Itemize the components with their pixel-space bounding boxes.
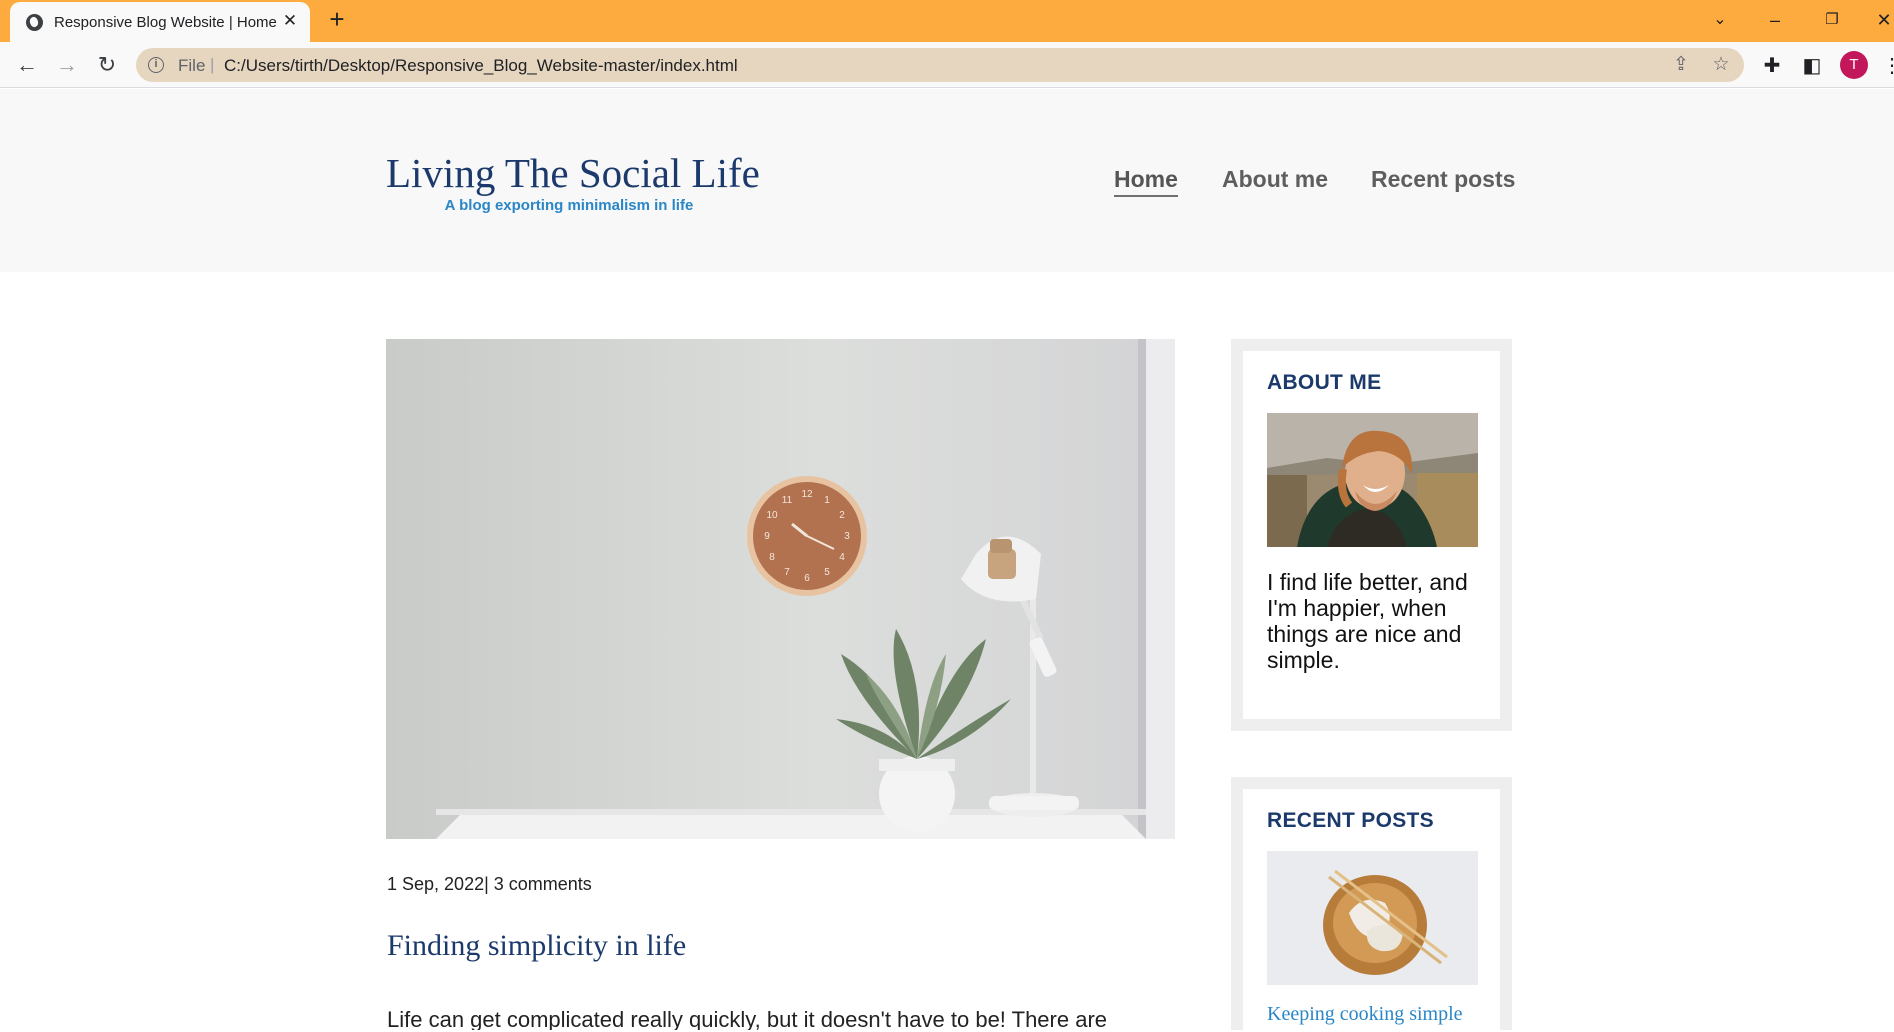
globe-icon — [26, 14, 43, 31]
svg-text:4: 4 — [839, 552, 845, 563]
tab-search-icon[interactable]: ⌄ — [1708, 8, 1732, 32]
svg-text:12: 12 — [801, 489, 813, 500]
svg-text:2: 2 — [839, 510, 845, 521]
svg-text:8: 8 — [769, 552, 775, 563]
recent-post-illustration — [1267, 851, 1478, 985]
svg-text:11: 11 — [782, 495, 793, 506]
close-window-icon[interactable]: ✕ — [1872, 8, 1894, 32]
author-photo — [1267, 413, 1478, 547]
about-me-heading: ABOUT ME — [1267, 371, 1382, 394]
recent-post-link[interactable]: Keeping cooking simple — [1267, 1003, 1463, 1026]
recent-posts-widget: RECENT POSTS Keeping cooking simple — [1231, 777, 1512, 1030]
new-tab-button[interactable]: + — [324, 6, 350, 33]
reload-icon[interactable]: ↻ — [93, 51, 121, 79]
site-tagline: A blog exporting minimalism in life — [444, 197, 694, 214]
svg-text:7: 7 — [784, 567, 790, 578]
about-me-widget: ABOUT ME I find life better, and I'm hap… — [1231, 339, 1512, 731]
post-title[interactable]: Finding simplicity in life — [387, 929, 686, 963]
file-label: File — [178, 56, 206, 75]
restore-icon[interactable]: ❐ — [1820, 8, 1844, 32]
svg-text:5: 5 — [824, 567, 830, 578]
back-icon[interactable]: ← — [13, 51, 41, 79]
svg-text:6: 6 — [804, 573, 810, 584]
minimize-icon[interactable]: – — [1763, 8, 1787, 32]
close-icon[interactable]: ✕ — [280, 11, 300, 31]
hero-illustration: 12 12 3 45 6 78 9 10 11 — [386, 339, 1175, 839]
menu-icon[interactable]: ⋮ — [1880, 54, 1894, 78]
about-me-text: I find life better, and I'm happier, whe… — [1267, 569, 1468, 673]
address-bar[interactable]: i File | C:/Users/tirth/Desktop/Responsi… — [136, 48, 1744, 82]
url-text[interactable]: C:/Users/tirth/Desktop/Responsive_Blog_W… — [224, 56, 738, 76]
site-title[interactable]: Living The Social Life — [386, 149, 760, 197]
extensions-icon[interactable]: ✚ — [1760, 54, 1784, 78]
post-excerpt: Life can get complicated really quickly,… — [387, 1007, 1108, 1030]
info-icon[interactable]: i — [148, 57, 164, 73]
tab-strip: Responsive Blog Website | Home ✕ + ⌄ – ❐… — [0, 0, 1894, 42]
recent-posts-heading: RECENT POSTS — [1267, 809, 1434, 832]
browser-toolbar: ← → ↻ i File | C:/Users/tirth/Desktop/Re… — [0, 42, 1894, 88]
tab-title: Responsive Blog Website | Home — [54, 14, 277, 31]
page-viewport: Living The Social Life A blog exporting … — [0, 89, 1894, 1030]
post-hero-image: 12 1 2 3 45 6 78 9 10 11 — [386, 339, 1175, 839]
svg-text:3: 3 — [844, 531, 850, 542]
recent-post-thumbnail[interactable] — [1267, 851, 1478, 985]
side-panel-icon[interactable]: ◧ — [1800, 54, 1824, 78]
site-header: Living The Social Life A blog exporting … — [0, 89, 1894, 272]
nav-home[interactable]: Home — [1114, 166, 1178, 197]
svg-text:9: 9 — [764, 531, 770, 542]
author-photo-illustration — [1267, 413, 1478, 547]
share-icon[interactable]: ⇪ — [1670, 54, 1692, 76]
url-separator: | — [210, 55, 215, 74]
profile-avatar[interactable]: T — [1840, 51, 1868, 79]
nav-recent-posts[interactable]: Recent posts — [1371, 166, 1515, 193]
nav-about-me[interactable]: About me — [1222, 166, 1328, 193]
svg-text:1: 1 — [824, 495, 830, 506]
svg-text:10: 10 — [766, 510, 778, 521]
browser-tab[interactable]: Responsive Blog Website | Home ✕ — [10, 2, 310, 42]
bookmark-star-icon[interactable]: ☆ — [1710, 54, 1732, 76]
post-meta: 1 Sep, 2022| 3 comments — [387, 874, 592, 894]
forward-icon[interactable]: → — [53, 51, 81, 79]
